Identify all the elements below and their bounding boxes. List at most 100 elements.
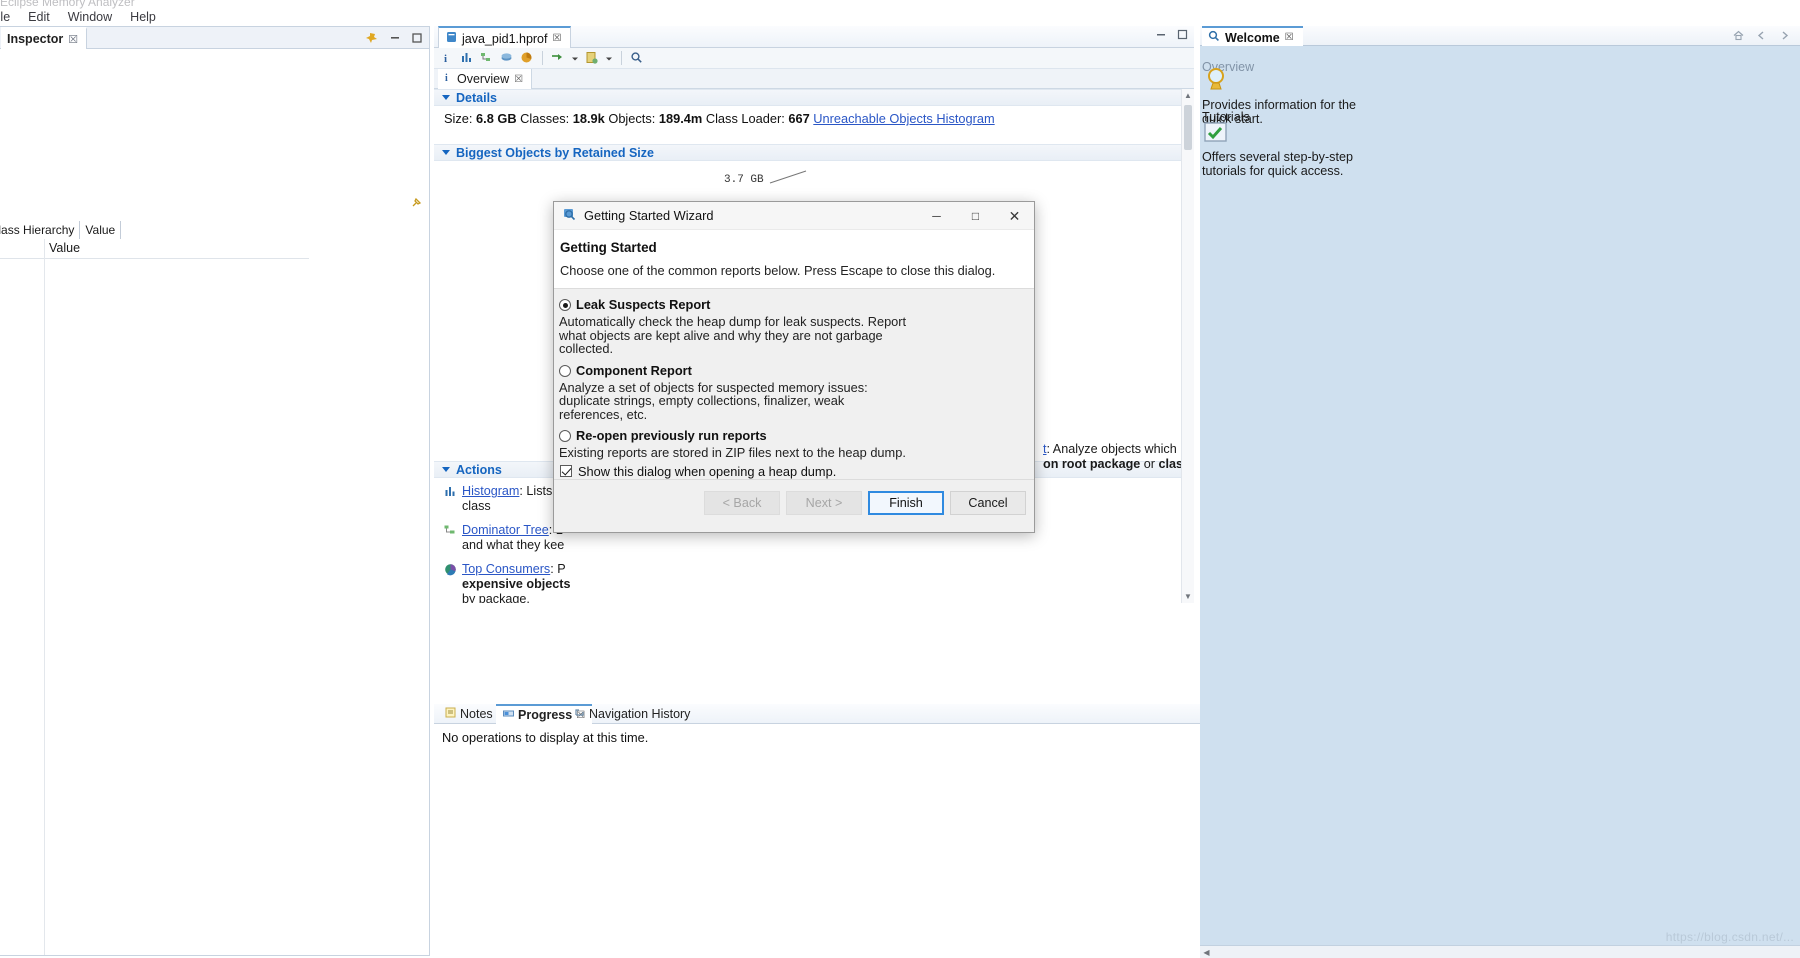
overview-icon[interactable]: i [440, 51, 454, 65]
tab-navigation-history[interactable]: Navigation History [567, 704, 697, 724]
radio-reopen-previous-reports[interactable] [559, 430, 571, 442]
dialog-minimize-button[interactable]: ─ [917, 202, 956, 230]
maximize-icon[interactable] [1176, 28, 1190, 42]
inspector-body: Statics Attributes Class Hierarchy Value… [0, 49, 429, 955]
back-icon[interactable] [1755, 29, 1769, 43]
report-dropdown-icon[interactable] [605, 51, 613, 66]
dialog-maximize-button[interactable]: □ [956, 202, 995, 230]
hprof-file-icon [446, 31, 457, 46]
collapse-twisty-icon[interactable] [442, 467, 450, 472]
close-icon[interactable]: ☒ [514, 74, 523, 85]
radio-leak-suspects-report[interactable] [559, 299, 571, 311]
unreachable-objects-histogram-link[interactable]: Unreachable Objects Histogram [813, 111, 994, 126]
next-button[interactable]: Next > [786, 491, 862, 515]
cancel-button[interactable]: Cancel [950, 491, 1026, 515]
inspector-pin-icon[interactable] [411, 197, 422, 207]
svg-text:i: i [445, 73, 448, 83]
open-query-icon[interactable] [551, 51, 565, 65]
progress-icon [503, 708, 514, 722]
column-header-value[interactable]: Value [49, 241, 80, 255]
editor-tabbar: java_pid1.hprof ☒ [434, 26, 1194, 49]
top-consumers-link[interactable]: Top Consumers [462, 562, 550, 576]
minimize-icon[interactable] [388, 31, 402, 45]
inspector-subtab-class-hierarchy[interactable]: Class Hierarchy [0, 221, 81, 239]
dialog-window-buttons: ─ □ ✕ [917, 202, 1034, 230]
search-icon[interactable] [630, 51, 644, 65]
show-dialog-checkbox-label: Show this dialog when opening a heap dum… [578, 463, 837, 479]
option-label: Leak Suspects Report [576, 297, 711, 312]
option-leak-suspects-report[interactable]: Leak Suspects Report [554, 297, 1034, 312]
editor-toolbar: i [434, 48, 1194, 69]
details-line: Size: 6.8 GB Classes: 18.9k Objects: 189… [434, 106, 1194, 126]
dialog-titlebar[interactable]: Getting Started Wizard ─ □ ✕ [554, 202, 1034, 230]
editor-scrollbar-thumb[interactable] [1184, 105, 1192, 150]
report-icon[interactable] [585, 51, 599, 65]
subtab-overview[interactable]: i Overview ☒ [438, 69, 533, 89]
show-dialog-checkbox[interactable] [560, 465, 572, 477]
section-biggest-objects-header[interactable]: Biggest Objects by Retained Size [434, 144, 1194, 161]
scroll-left-arrow-icon[interactable]: ◀ [1200, 946, 1213, 958]
option-component-report[interactable]: Component Report [554, 363, 1034, 378]
collapse-twisty-icon[interactable] [442, 95, 450, 100]
pin-icon[interactable] [366, 31, 380, 45]
scroll-down-arrow-icon[interactable]: ▼ [1182, 590, 1194, 603]
close-icon[interactable]: ☒ [1285, 32, 1294, 43]
toolbar-separator [542, 51, 543, 65]
getting-started-wizard-dialog: Getting Started Wizard ─ □ ✕ Getting Sta… [553, 201, 1035, 533]
welcome-horizontal-scrollbar[interactable]: ◀ [1200, 945, 1800, 958]
menu-item-file[interactable]: File [0, 8, 19, 26]
dialog-button-row: < Back Next > Finish Cancel [704, 491, 1026, 515]
scroll-up-arrow-icon[interactable]: ▲ [1182, 89, 1194, 102]
editor-window-tools [1155, 28, 1190, 42]
open-query-dropdown-icon[interactable] [571, 51, 579, 66]
minimize-icon[interactable] [1155, 28, 1169, 42]
show-dialog-checkbox-row[interactable]: Show this dialog when opening a heap dum… [554, 464, 1034, 479]
option-reopen-previous-reports[interactable]: Re-open previously run reports [554, 428, 1034, 443]
tab-notes[interactable]: Notes [438, 704, 500, 724]
size-label: Size: [444, 111, 473, 126]
welcome-tab-label: Welcome [1225, 30, 1280, 45]
forward-icon[interactable] [1778, 29, 1792, 43]
overview-icon: i [443, 72, 452, 86]
progress-body: No operations to display at this time. [434, 724, 1294, 958]
tutorials-icon[interactable] [1203, 120, 1229, 146]
close-icon[interactable]: ☒ [68, 33, 78, 46]
histogram-icon[interactable] [460, 51, 474, 65]
class-loader-value: 667 [788, 111, 810, 126]
objects-label: Objects: [608, 111, 656, 126]
inspector-subtab-value[interactable]: Value [80, 221, 122, 239]
home-icon[interactable] [1732, 29, 1746, 43]
welcome-tutorials-text: Offers several step-by-step tutorials fo… [1202, 150, 1353, 178]
tab-java-pid1-hprof[interactable]: java_pid1.hprof ☒ [438, 26, 572, 49]
collapse-twisty-icon[interactable] [442, 150, 450, 155]
option-label: Component Report [576, 362, 692, 378]
close-icon[interactable]: ☒ [552, 33, 561, 44]
path-to-gc-roots-icon[interactable] [500, 51, 514, 65]
inspector-view-tools [366, 27, 424, 49]
histogram-link[interactable]: Histogram [462, 484, 519, 498]
radio-component-report[interactable] [559, 364, 571, 377]
menu-item-help[interactable]: Help [121, 8, 165, 26]
dialog-heading: Getting Started [560, 240, 657, 255]
tab-inspector[interactable]: Inspector ☒ [1, 27, 88, 49]
menu-item-edit[interactable]: Edit [19, 8, 59, 26]
navigation-history-tab-label: Navigation History [589, 707, 691, 721]
back-button[interactable]: < Back [704, 491, 780, 515]
overview-magnifier-icon[interactable] [1203, 66, 1229, 92]
editor-vertical-scrollbar[interactable]: ▲ ▼ [1181, 89, 1194, 603]
actions-right-bold-a: on root package [1043, 457, 1141, 471]
finish-button[interactable]: Finish [868, 491, 944, 515]
dialog-close-button[interactable]: ✕ [995, 202, 1034, 230]
menu-item-window[interactable]: Window [59, 8, 121, 26]
inspector-subtabs: Statics Attributes Class Hierarchy Value [0, 221, 122, 239]
classes-label: Classes: [520, 111, 570, 126]
progress-tab-label: Progress [518, 708, 573, 722]
section-details-header[interactable]: Details [434, 89, 1194, 106]
dominator-tree-icon[interactable] [480, 51, 494, 65]
dominator-tree-link[interactable]: Dominator Tree [462, 523, 549, 537]
notes-tab-label: Notes [460, 707, 493, 721]
top-consumers-icon [444, 563, 457, 576]
tab-welcome[interactable]: Welcome ☒ [1202, 26, 1303, 47]
maximize-icon[interactable] [410, 31, 424, 45]
top-consumers-icon[interactable] [520, 51, 534, 65]
